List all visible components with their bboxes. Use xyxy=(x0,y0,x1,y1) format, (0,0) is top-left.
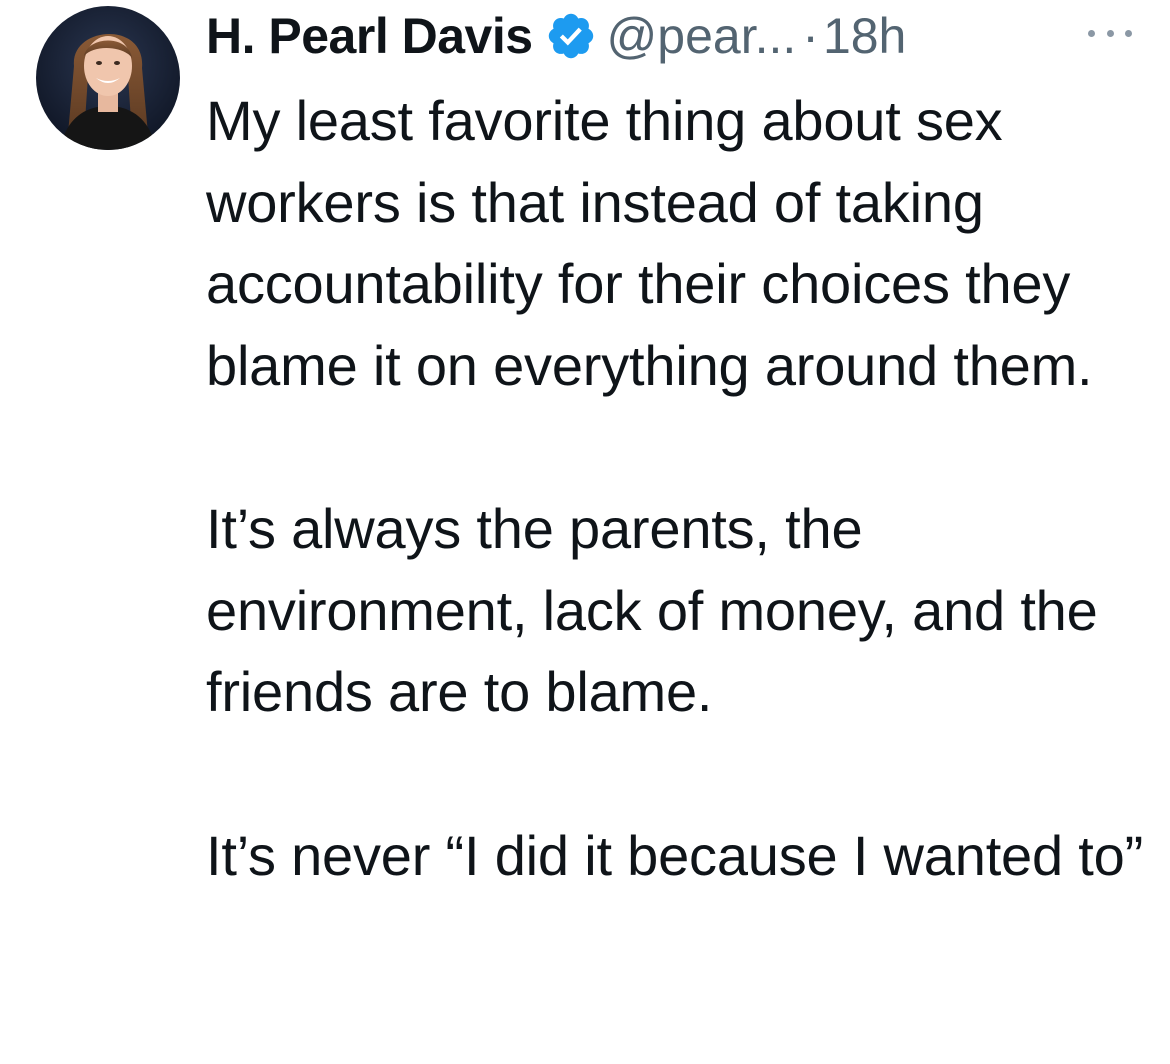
more-dot xyxy=(1088,29,1095,37)
tweet-paragraph: It’s never “I did it because I wanted to… xyxy=(206,823,1144,887)
verified-badge-icon xyxy=(545,10,597,62)
more-dot xyxy=(1125,29,1132,37)
author-display-name[interactable]: H. Pearl Davis xyxy=(206,7,533,65)
author-handle[interactable]: @pear... xyxy=(607,7,797,65)
tweet-paragraph: My least favorite thing about sex worker… xyxy=(206,89,1093,397)
more-dot xyxy=(1106,29,1114,37)
tweet-timestamp[interactable]: 18h xyxy=(823,7,906,65)
avatar-photo xyxy=(36,6,180,150)
header-separator: · xyxy=(802,8,819,64)
author-avatar[interactable] xyxy=(36,6,180,150)
more-options-icon[interactable] xyxy=(1088,18,1132,48)
tweet-text: My least favorite thing about sex worker… xyxy=(206,80,1146,896)
tweet-header: H. Pearl Davis @pear... · 18h xyxy=(206,0,1146,72)
tweet-paragraph: It’s always the parents, the environment… xyxy=(206,497,1098,723)
tweet-card: H. Pearl Davis @pear... · 18h My least f… xyxy=(0,0,1170,1064)
